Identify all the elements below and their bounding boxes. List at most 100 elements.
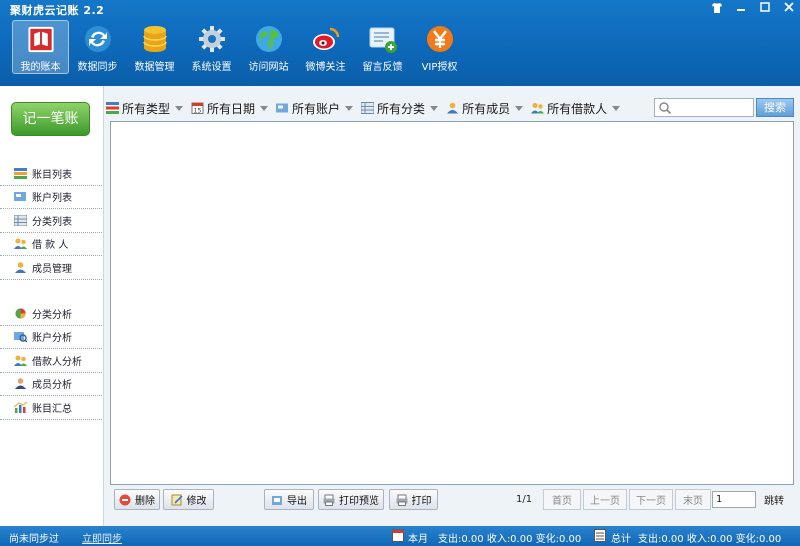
window-controls xyxy=(710,2,796,16)
list-nav-group: 账目列表 账户列表 分类列表 借 款 人 成员管理 xyxy=(0,162,102,280)
edit-label: 修改 xyxy=(186,496,207,507)
page-number-input[interactable]: 1 xyxy=(712,491,756,508)
print-preview-label: 打印预览 xyxy=(339,496,379,507)
delete-button[interactable]: 删除 xyxy=(114,489,160,510)
edit-button[interactable]: 修改 xyxy=(163,489,214,510)
sidebar-item-ledger-list[interactable]: 账目列表 xyxy=(0,162,102,186)
summary-chart-icon xyxy=(14,401,27,413)
svg-text:15: 15 xyxy=(194,108,202,115)
month-label: 本月 xyxy=(408,534,428,545)
calendar-icon xyxy=(392,529,404,542)
sidebar-item-borrower[interactable]: 借 款 人 xyxy=(0,233,102,256)
main-toolbar: 我的账本 数据同步 数据管理 系统设置 访问网站 微博关注 留言反馈 VIP授权 xyxy=(12,20,468,74)
borrower-icon xyxy=(14,238,27,250)
sync-status-text: 尚未同步过 xyxy=(9,534,59,545)
delete-label: 删除 xyxy=(135,496,155,507)
last-page-button[interactable]: 末页 xyxy=(675,489,711,510)
toolbar-label: 系统设置 xyxy=(191,62,232,73)
sidebar-item-label: 分类列表 xyxy=(32,216,72,228)
filter-type-dropdown[interactable]: 所有类型 xyxy=(106,100,184,117)
print-preview-button[interactable]: 打印预览 xyxy=(318,489,384,510)
sidebar-item-category-list[interactable]: 分类列表 xyxy=(0,209,102,233)
member-icon xyxy=(15,261,26,273)
sidebar-item-account-analysis[interactable]: 账户分析 xyxy=(0,326,102,349)
sidebar-item-label: 账目列表 xyxy=(32,169,72,181)
chevron-down-icon xyxy=(345,105,354,111)
sync-icon xyxy=(84,26,111,52)
next-page-button[interactable]: 下一页 xyxy=(629,489,673,510)
toolbar-settings[interactable]: 系统设置 xyxy=(183,20,240,74)
maximize-icon[interactable] xyxy=(758,2,772,16)
export-button[interactable]: 导出 xyxy=(264,489,314,510)
sidebar-item-borrower-analysis[interactable]: 借款人分析 xyxy=(0,349,102,373)
jump-button[interactable]: 跳转 xyxy=(764,489,784,510)
gear-icon xyxy=(198,26,225,52)
borrower-analysis-icon xyxy=(14,355,27,366)
close-icon[interactable] xyxy=(782,2,796,16)
filter-label: 所有类型 xyxy=(122,101,171,116)
filter-bar: 所有类型 15 所有日期 所有账户 所有分类 所有成员 所有借款人 搜索 xyxy=(106,96,800,120)
filter-category-dropdown[interactable]: 所有分类 xyxy=(361,100,439,117)
ledger-table-area[interactable] xyxy=(110,121,794,485)
sidebar-item-label: 账户分析 xyxy=(32,333,72,345)
sidebar-item-label: 成员管理 xyxy=(32,263,72,275)
toolbar-label: VIP授权 xyxy=(421,62,458,73)
toolbar-feedback[interactable]: 留言反馈 xyxy=(354,20,411,74)
filter-date-dropdown[interactable]: 15 所有日期 xyxy=(191,100,269,117)
ledger-list-icon xyxy=(14,167,27,179)
sidebar-item-label: 账目汇总 xyxy=(32,403,72,415)
toolbar-label: 留言反馈 xyxy=(362,62,403,73)
ledger-icon xyxy=(594,529,606,542)
sidebar-item-label: 账户列表 xyxy=(32,193,72,205)
print-preview-icon xyxy=(323,494,335,506)
record-entry-button[interactable]: 记一笔账 xyxy=(11,102,90,136)
export-icon xyxy=(272,495,282,505)
toolbar-label: 数据管理 xyxy=(134,62,175,73)
page-indicator: 1/1 xyxy=(516,494,533,505)
filter-label: 所有借款人 xyxy=(547,101,608,116)
member-icon xyxy=(447,102,459,114)
toolbar-my-ledger[interactable]: 我的账本 xyxy=(12,20,69,74)
sidebar-item-summary[interactable]: 账目汇总 xyxy=(0,396,102,420)
sidebar-item-label: 借款人分析 xyxy=(32,356,82,368)
chevron-down-icon xyxy=(175,105,184,111)
database-icon xyxy=(142,26,167,52)
total-summary: 支出:0.00 收入:0.00 变化:0.00 xyxy=(638,534,782,545)
toolbar-label: 微博关注 xyxy=(305,62,346,73)
sidebar: 记一笔账 账目列表 账户列表 分类列表 借 款 人 成员管理 分类分析 账户分析… xyxy=(0,86,104,526)
filter-member-dropdown[interactable]: 所有成员 xyxy=(446,100,524,117)
borrower-icon xyxy=(531,103,545,114)
pie-chart-icon xyxy=(15,308,26,319)
shirt-icon[interactable] xyxy=(710,2,724,16)
toolbar-weibo[interactable]: 微博关注 xyxy=(297,20,354,74)
filter-borrower-dropdown[interactable]: 所有借款人 xyxy=(531,100,621,117)
yen-icon xyxy=(426,26,453,52)
sidebar-item-member-analysis[interactable]: 成员分析 xyxy=(0,373,102,396)
sidebar-item-account-list[interactable]: 账户列表 xyxy=(0,186,102,209)
sync-now-link[interactable]: 立即同步 xyxy=(82,530,122,545)
delete-icon xyxy=(119,494,131,505)
print-button[interactable]: 打印 xyxy=(389,489,438,510)
minimize-icon[interactable] xyxy=(734,2,748,16)
feedback-icon xyxy=(369,27,397,53)
filter-label: 所有账户 xyxy=(292,101,341,116)
search-input[interactable] xyxy=(654,98,754,117)
member-analysis-icon xyxy=(15,378,26,390)
toolbar-visit-website[interactable]: 访问网站 xyxy=(240,20,297,74)
prev-page-button[interactable]: 上一页 xyxy=(583,489,627,510)
sidebar-item-category-analysis[interactable]: 分类分析 xyxy=(0,302,102,326)
calendar-icon: 15 xyxy=(191,102,204,114)
chevron-down-icon xyxy=(260,105,269,111)
app-title: 聚财虎云记账 2.2 xyxy=(10,4,105,17)
first-page-button[interactable]: 首页 xyxy=(543,489,581,510)
search-button[interactable]: 搜索 xyxy=(756,98,794,117)
toolbar-data-sync[interactable]: 数据同步 xyxy=(69,20,126,74)
filter-label: 所有成员 xyxy=(462,101,511,116)
sidebar-item-members[interactable]: 成员管理 xyxy=(0,256,102,280)
title-toolbar-area: 聚财虎云记账 2.2 我的账本 数据同步 数据管理 系统设置 访问网站 微博关注… xyxy=(0,0,800,86)
weibo-icon xyxy=(312,27,339,50)
chevron-down-icon xyxy=(612,105,621,111)
filter-account-dropdown[interactable]: 所有账户 xyxy=(276,100,354,117)
toolbar-vip[interactable]: VIP授权 xyxy=(411,20,468,74)
toolbar-data-management[interactable]: 数据管理 xyxy=(126,20,183,74)
